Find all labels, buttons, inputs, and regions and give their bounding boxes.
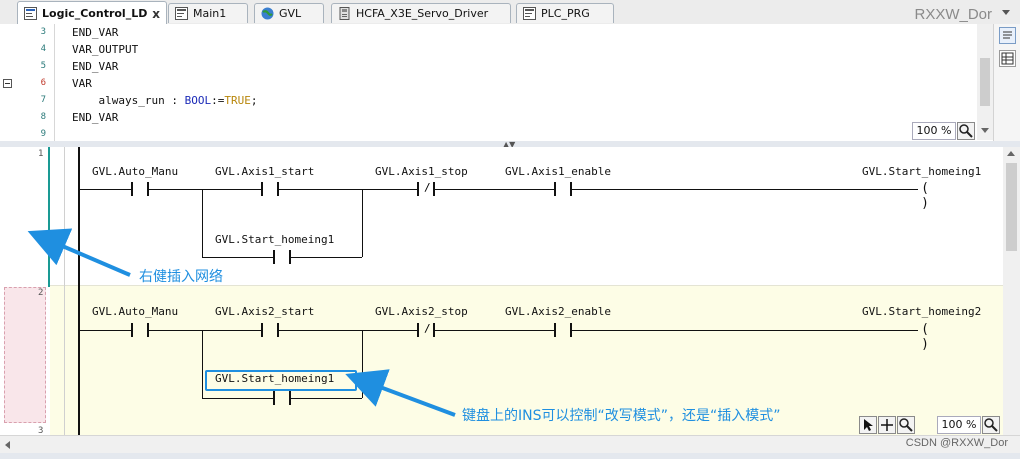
assign-op: :=	[211, 94, 225, 107]
code-text: END_VAR	[72, 26, 119, 39]
ladder-vertical-scrollbar[interactable]	[1003, 147, 1020, 435]
annotation-ins-mode: 键盘上的INS可以控制“改写模式”，还是“插入模式”	[462, 408, 781, 424]
device-icon	[339, 7, 350, 20]
var-type: BOOL	[184, 94, 212, 107]
line-number: 5	[40, 61, 46, 71]
init-value: TRUE	[224, 94, 251, 107]
ladder-toolbox	[859, 416, 917, 434]
line-number: 6	[40, 78, 46, 88]
code-text: VAR_OUTPUT	[72, 43, 139, 56]
code-line[interactable]: 4 VAR_OUTPUT	[0, 41, 970, 58]
declaration-zoom-field[interactable]: 100 %	[912, 122, 956, 140]
move-icon[interactable]	[878, 416, 896, 434]
code-text: END_VAR	[72, 111, 119, 124]
code-line[interactable]: 6 VAR	[0, 75, 970, 92]
annotation-arrow	[345, 369, 456, 417]
tab-label: HCFA_X3E_Servo_Driver	[356, 7, 489, 20]
code-text: VAR	[72, 77, 92, 90]
line-number: 3	[40, 27, 46, 37]
code-text: END_VAR	[72, 60, 119, 73]
tabular-view-icon[interactable]	[999, 50, 1016, 67]
scrollbar-thumb[interactable]	[1006, 163, 1017, 251]
ladder-zoom-field[interactable]: 100 %	[937, 416, 981, 434]
scrollbar-thumb[interactable]	[980, 58, 990, 106]
footer-watermark: CSDN @RXXW_Dor	[905, 437, 1008, 449]
declaration-vertical-scrollbar[interactable]	[977, 24, 993, 140]
code-line[interactable]: 7 always_run : BOOL:=TRUE;	[0, 92, 970, 109]
declaration-editor[interactable]: 3 END_VAR 4 VAR_OUTPUT 5 END_VAR 6 VAR 7…	[0, 24, 1020, 142]
line-number: 8	[40, 112, 46, 122]
annotation-arrows	[27, 228, 456, 417]
tab-label: PLC_PRG	[541, 7, 590, 20]
pointer-icon[interactable]	[859, 416, 877, 434]
line-number: 4	[40, 44, 46, 54]
tab-label: GVL	[279, 7, 302, 20]
magnifier-icon	[959, 124, 973, 138]
zoom-icon[interactable]	[897, 416, 915, 434]
code-line[interactable]: 3 END_VAR	[0, 24, 970, 41]
pou-icon	[175, 7, 188, 20]
code-line[interactable]: 8 END_VAR	[0, 109, 970, 126]
tab-label: Logic_Control_LD	[42, 7, 148, 20]
tab-label: Main1	[193, 7, 227, 20]
zoom-icon[interactable]	[982, 416, 1000, 434]
tab-plc-prg[interactable]: PLC_PRG	[516, 3, 614, 23]
globe-icon	[261, 7, 274, 20]
scroll-left-icon[interactable]	[5, 441, 10, 449]
code-text: always_run : BOOL:=TRUE;	[72, 92, 257, 109]
magnifier-icon	[899, 418, 913, 432]
line-number: 7	[40, 95, 46, 105]
tab-gvl[interactable]: GVL	[254, 3, 324, 23]
ld-pou-icon	[24, 7, 37, 20]
code-line[interactable]: 5 END_VAR	[0, 58, 970, 75]
ladder-diagram-editor[interactable]: 1 2 3 GVL.Auto_Manu GVL.Axis1_start GVL.…	[0, 147, 1003, 435]
bottom-border	[0, 453, 1020, 459]
tab-main1[interactable]: Main1	[168, 3, 248, 23]
tab-logic-control-ld[interactable]: Logic_Control_LD x	[17, 1, 167, 25]
magnifier-icon	[984, 418, 998, 432]
editor-tab-strip: Logic_Control_LD x Main1 GVL HCFA_X3E_Se…	[0, 0, 1020, 25]
fold-collapse-icon[interactable]	[3, 79, 12, 88]
tab-hcfa-servo-driver[interactable]: HCFA_X3E_Servo_Driver	[331, 3, 511, 23]
textual-view-icon[interactable]	[999, 27, 1016, 44]
watermark-text: RXXW_Dor	[914, 6, 992, 23]
annotation-insert-network: 右健插入网络	[139, 269, 223, 285]
scroll-up-icon[interactable]	[1007, 151, 1015, 156]
text-lines-icon	[1003, 31, 1012, 39]
annotation-arrow	[27, 228, 131, 277]
tab-list-dropdown-icon[interactable]	[1002, 10, 1010, 15]
zoom-icon[interactable]	[957, 122, 975, 140]
cursor-arrow-icon	[864, 419, 873, 431]
scroll-down-icon[interactable]	[981, 128, 989, 133]
pou-icon	[523, 7, 536, 20]
ladder-horizontal-scrollbar[interactable]: CSDN @RXXW_Dor	[0, 435, 1020, 454]
move-cross-icon	[881, 419, 893, 431]
semicolon: ;	[250, 94, 258, 107]
declaration-side-toolbar	[993, 24, 1020, 141]
table-grid-icon	[1001, 52, 1014, 65]
var-name: always_run :	[72, 94, 185, 107]
close-icon[interactable]: x	[152, 2, 160, 25]
